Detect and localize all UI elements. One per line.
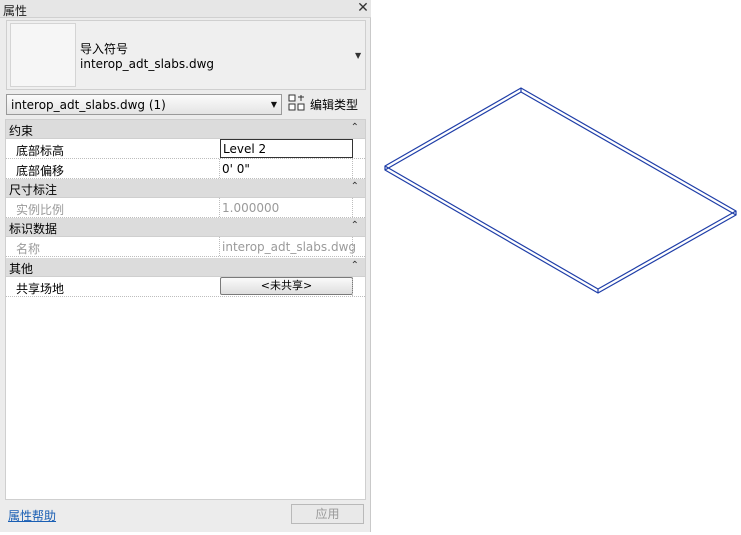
drawing-view[interactable] [372,0,741,532]
property-row-base-level: 底部标高 Level 2 [6,139,365,159]
properties-palette: 属性 ✕ 导入符号 interop_adt_slabs.dwg ▼ intero… [0,0,371,532]
edit-type-icon [288,94,305,111]
close-icon[interactable]: ✕ [356,1,370,15]
property-row-name: 名称 interop_adt_slabs.dwg [6,237,365,257]
group-constraints-header[interactable]: 约束 ⌃ [6,120,365,139]
palette-title: 属性 [3,4,28,18]
column-divider [352,159,354,178]
type-selector[interactable]: 导入符号 interop_adt_slabs.dwg ▼ [6,20,366,90]
name-value: interop_adt_slabs.dwg [222,240,357,254]
property-name: 底部偏移 [16,164,65,178]
property-row-shared-site: 共享场地 <未共享> [6,277,365,297]
edit-type-label: 编辑类型 [310,98,359,112]
group-label: 尺寸标注 [9,183,58,197]
group-identity-header[interactable]: 标识数据 ⌃ [6,218,365,237]
group-label: 其他 [9,262,34,276]
palette-titlebar[interactable]: 属性 ✕ [0,0,371,18]
column-divider [352,277,354,296]
properties-help-link[interactable]: 属性帮助 [8,507,56,524]
dropdown-arrow-icon[interactable]: ▼ [355,51,361,60]
slab-drawing [384,87,737,294]
collapse-chevron-icon[interactable]: ⌃ [351,220,359,231]
base-offset-field[interactable]: 0' 0" [222,162,250,176]
property-row-instance-scale: 实例比例 1.000000 [6,198,365,218]
property-name: 实例比例 [16,203,65,217]
property-name: 底部标高 [16,144,65,158]
collapse-chevron-icon[interactable]: ⌃ [351,122,359,133]
chevron-down-icon[interactable]: ▼ [271,100,277,109]
type-category: 导入符号 [80,42,129,56]
column-divider [352,237,354,256]
base-level-field[interactable]: Level 2 [220,139,353,158]
property-row-base-offset: 底部偏移 0' 0" [6,159,365,179]
imported-slab-outline[interactable] [384,87,737,294]
type-preview-image [10,23,76,87]
instance-filter-value: interop_adt_slabs.dwg (1) [11,98,166,112]
property-name: 名称 [16,242,41,256]
type-name: interop_adt_slabs.dwg [80,57,215,71]
column-divider [219,198,221,217]
group-other-header[interactable]: 其他 ⌃ [6,258,365,277]
instance-scale-value: 1.000000 [222,201,280,215]
instance-filter-dropdown[interactable]: interop_adt_slabs.dwg (1) ▼ [6,94,282,115]
shared-site-button[interactable]: <未共享> [220,277,353,295]
group-label: 约束 [9,124,34,138]
group-dimensions-header[interactable]: 尺寸标注 ⌃ [6,179,365,198]
group-label: 标识数据 [9,222,58,236]
column-divider [352,198,354,217]
apply-button: 应用 [291,504,364,524]
column-divider [219,159,221,178]
column-divider [219,237,221,256]
property-name: 共享场地 [16,282,65,296]
properties-grid: 约束 ⌃ 底部标高 Level 2 底部偏移 0' 0" 尺寸标注 ⌃ 实例比例… [5,119,366,500]
collapse-chevron-icon[interactable]: ⌃ [351,260,359,271]
collapse-chevron-icon[interactable]: ⌃ [351,181,359,192]
